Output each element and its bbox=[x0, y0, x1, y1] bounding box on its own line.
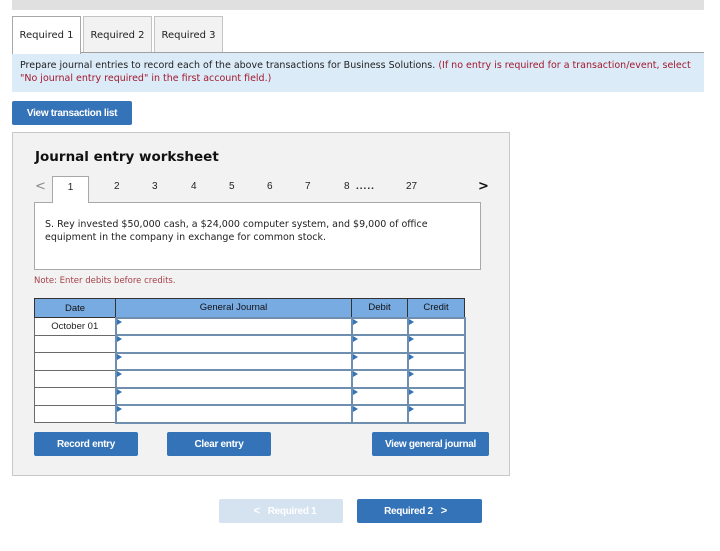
table-row bbox=[34, 351, 466, 371]
page-7[interactable]: 7 bbox=[305, 181, 311, 192]
account-input[interactable] bbox=[114, 334, 353, 354]
credit-input[interactable] bbox=[406, 351, 466, 371]
worksheet-pager: < 1 2 3 4 5 6 7 8 ..... 27 > bbox=[13, 176, 509, 203]
chevron-right-icon[interactable]: > bbox=[478, 179, 489, 194]
date-cell: October 01 bbox=[34, 317, 116, 336]
table-row bbox=[34, 386, 466, 406]
next-required-button[interactable]: Required 2 > bbox=[357, 499, 482, 523]
chevron-left-icon: < bbox=[253, 505, 260, 517]
debit-input[interactable] bbox=[350, 316, 409, 336]
worksheet-title: Journal entry worksheet bbox=[35, 149, 219, 165]
date-cell bbox=[34, 404, 116, 423]
credit-input[interactable] bbox=[406, 316, 466, 336]
credit-input[interactable] bbox=[406, 386, 466, 406]
table-row bbox=[34, 369, 466, 389]
journal-table: Date General Journal Debit Credit Octobe… bbox=[34, 298, 466, 424]
date-cell bbox=[34, 334, 116, 353]
debit-input[interactable] bbox=[350, 404, 409, 424]
page-3[interactable]: 3 bbox=[152, 181, 158, 192]
page-2[interactable]: 2 bbox=[114, 181, 120, 192]
page-27[interactable]: 27 bbox=[406, 181, 417, 192]
table-row bbox=[34, 334, 466, 354]
chevron-left-icon[interactable]: < bbox=[35, 179, 46, 194]
table-row: October 01 bbox=[34, 316, 466, 336]
debits-note: Note: Enter debits before credits. bbox=[34, 276, 176, 286]
header-general-journal: General Journal bbox=[115, 298, 352, 318]
table-row bbox=[34, 404, 466, 424]
account-input[interactable] bbox=[114, 316, 353, 336]
page-6[interactable]: 6 bbox=[267, 181, 273, 192]
tab-required-1[interactable]: Required 1 bbox=[12, 16, 81, 54]
transaction-description: S. Rey invested $50,000 cash, a $24,000 … bbox=[34, 202, 481, 270]
record-entry-button[interactable]: Record entry bbox=[34, 432, 138, 456]
account-input[interactable] bbox=[114, 386, 353, 406]
tab-required-2[interactable]: Required 2 bbox=[83, 16, 152, 53]
debit-input[interactable] bbox=[350, 334, 409, 354]
view-transaction-list-button[interactable]: View transaction list bbox=[12, 101, 132, 125]
account-input[interactable] bbox=[114, 369, 353, 389]
credit-input[interactable] bbox=[406, 369, 466, 389]
header-debit: Debit bbox=[351, 298, 408, 318]
prev-required-button[interactable]: < Required 1 bbox=[219, 499, 343, 523]
credit-input[interactable] bbox=[406, 334, 466, 354]
tab-required-3[interactable]: Required 3 bbox=[154, 16, 223, 53]
instructions-text: Prepare journal entries to record each o… bbox=[20, 60, 436, 71]
date-cell bbox=[34, 387, 116, 406]
prev-required-label: Required 1 bbox=[267, 505, 317, 517]
instructions-banner: Prepare journal entries to record each o… bbox=[12, 53, 704, 92]
date-cell bbox=[34, 352, 116, 371]
tab-bar: Required 1 Required 2 Required 3 bbox=[12, 16, 225, 54]
account-input[interactable] bbox=[114, 404, 353, 424]
next-required-label: Required 2 bbox=[384, 505, 433, 517]
page-5[interactable]: 5 bbox=[229, 181, 235, 192]
journal-entry-worksheet: Journal entry worksheet < 1 2 3 4 5 6 7 … bbox=[12, 132, 510, 476]
top-bar bbox=[12, 0, 704, 10]
view-general-journal-button[interactable]: View general journal bbox=[372, 432, 489, 456]
account-input[interactable] bbox=[114, 351, 353, 371]
header-credit: Credit bbox=[407, 298, 465, 318]
date-cell bbox=[34, 369, 116, 388]
chevron-right-icon: > bbox=[440, 505, 447, 517]
header-date: Date bbox=[34, 298, 116, 318]
debit-input[interactable] bbox=[350, 369, 409, 389]
clear-entry-button[interactable]: Clear entry bbox=[167, 432, 271, 456]
page-ellipsis: ..... bbox=[356, 181, 375, 192]
page-8[interactable]: 8 bbox=[344, 181, 350, 192]
page-4[interactable]: 4 bbox=[191, 181, 197, 192]
debit-input[interactable] bbox=[350, 386, 409, 406]
debit-input[interactable] bbox=[350, 351, 409, 371]
table-header-row: Date General Journal Debit Credit bbox=[34, 298, 465, 318]
credit-input[interactable] bbox=[406, 404, 466, 424]
page-1[interactable]: 1 bbox=[52, 176, 89, 203]
